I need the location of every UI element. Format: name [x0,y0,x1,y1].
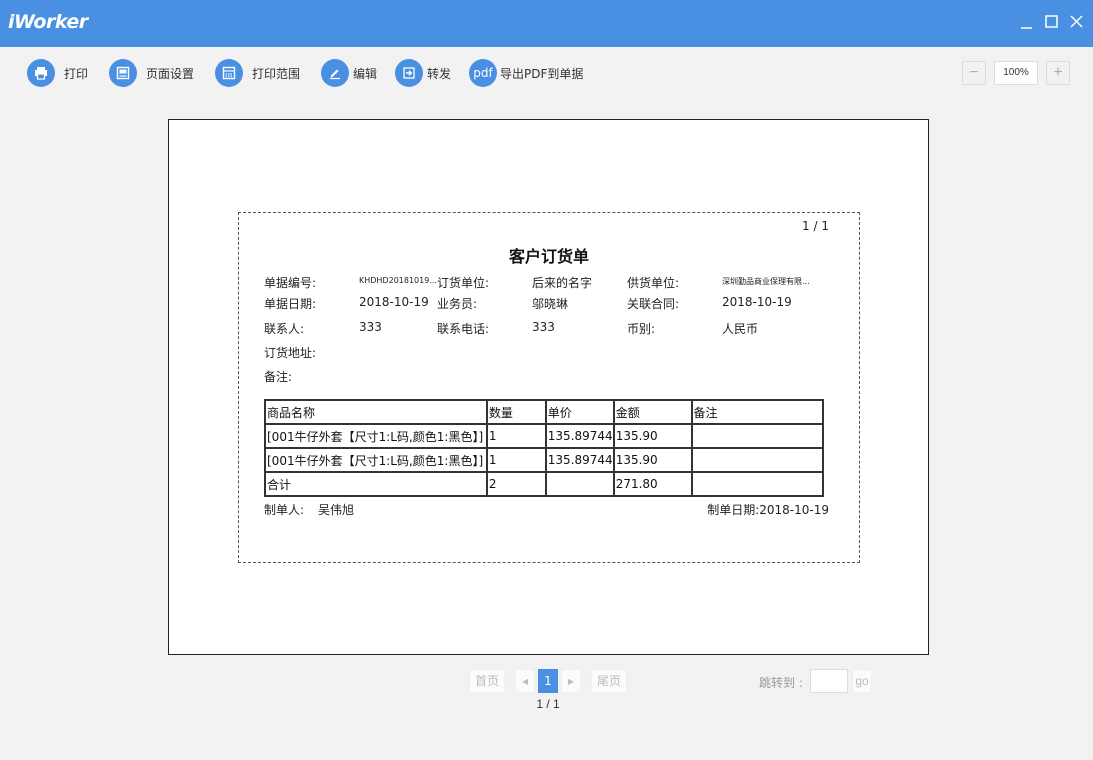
unit-price-cell: 135.89744 [544,447,615,473]
page-setup-icon [109,59,137,87]
currency-label: 币别: [627,322,656,336]
close-button[interactable] [1065,10,1089,34]
contact-label: 联系人: [264,322,305,336]
maximize-button[interactable] [1040,10,1064,34]
supplier-value: 深圳勤品商业保理有限... [722,277,810,286]
printer-icon [27,59,55,87]
salesman-label: 业务员: [437,297,478,311]
header-cell: 商品名称 [264,399,488,425]
print-area: 1 / 1 客户订货单 单据编号: KHDHD20181019... 订货单位:… [238,212,860,563]
print-label: 打印 [64,66,89,81]
zoom-in-button[interactable]: + [1046,61,1070,85]
next-page-button[interactable]: ▸ [561,669,581,693]
minimize-button[interactable] [1016,10,1040,34]
title-bar: iWorker [0,0,1093,47]
header-cell: 备注 [690,399,825,425]
maker-value: 吴伟旭 [318,503,355,517]
forward-label: 转发 [427,66,452,81]
page-setup-button[interactable]: 页面设置 [109,59,194,87]
header-cell: 单价 [544,399,615,425]
contract-label: 关联合同: [627,297,680,311]
amount-cell: 135.90 [612,447,693,473]
make-date-value: 2018-10-19 [759,503,829,517]
currency-value: 人民币 [722,322,759,336]
zoom-out-button[interactable]: − [962,61,986,85]
amount-cell: 135.90 [612,423,693,449]
page-counter: 1 / 1 [802,219,829,233]
print-range-button[interactable]: 打印范围 [215,59,300,87]
zoom-level[interactable]: 100% [994,61,1038,85]
table-header-row: 商品名称 数量 单价 金额 备注 [264,399,825,425]
total-label-cell: 合计 [264,471,488,497]
maker: 制单人: 吴伟旭 [264,501,354,518]
app-title: iWorker [8,11,88,33]
quantity-cell: 1 [485,447,547,473]
remark-label: 备注: [264,370,293,384]
jump-to-label: 跳转到 : [759,676,803,690]
quantity-cell: 1 [485,423,547,449]
table-row: [001牛仔外套【尺寸1:L码,颜色1:黑色】] 1 135.89744 135… [264,447,825,473]
maximize-icon [1045,15,1058,28]
order-unit-value: 后来的名字 [532,276,593,290]
header-cell: 数量 [485,399,547,425]
phone-label: 联系电话: [437,322,490,336]
total-price-cell [544,471,615,497]
prev-page-button[interactable]: ◂ [515,669,535,693]
order-unit-label: 订货单位: [437,276,490,290]
jump-page-input[interactable] [810,669,848,693]
make-date: 制单日期:2018-10-19 [707,501,829,518]
address-label: 订货地址: [264,346,317,360]
product-name-cell: [001牛仔外套【尺寸1:L码,颜色1:黑色】] [264,423,488,449]
maker-label: 制单人: [264,503,305,517]
unit-price-cell: 135.89744 [544,423,615,449]
total-amount-cell: 271.80 [612,471,693,497]
items-table: 商品名称 数量 单价 金额 备注 [001牛仔外套【尺寸1:L码,颜色1:黑色】… [264,399,825,497]
preview-page: 1 / 1 客户订货单 单据编号: KHDHD20181019... 订货单位:… [168,119,929,655]
remark-cell [690,423,825,449]
product-name-cell: [001牛仔外套【尺寸1:L码,颜色1:黑色】] [264,447,488,473]
table-total-row: 合计 2 271.80 [264,471,825,497]
supplier-label: 供货单位: [627,276,680,290]
make-date-label: 制单日期: [707,503,760,517]
pdf-icon: pdf [469,59,497,87]
print-range-icon [215,59,243,87]
total-remark-cell [690,471,825,497]
doc-date-value: 2018-10-19 [359,295,429,309]
page-setup-label: 页面设置 [146,66,195,81]
doc-no-label: 单据编号: [264,276,317,290]
first-page-button[interactable]: 首页 [469,669,505,693]
last-page-button[interactable]: 尾页 [591,669,627,693]
edit-pen-icon [321,59,349,87]
export-pdf-button[interactable]: pdf 导出PDF到单据 [469,59,583,87]
forward-icon [395,59,423,87]
toolbar: 打印 页面设置 打印范围 编辑 转发 pdf 导出PDF到单据 − 100% + [0,47,1093,99]
header-cell: 金额 [612,399,693,425]
page-number-button[interactable]: 1 [538,669,558,693]
forward-button[interactable]: 转发 [395,59,451,87]
total-quantity-cell: 2 [485,471,547,497]
edit-button[interactable]: 编辑 [321,59,377,87]
document-title: 客户订货单 [508,247,589,266]
remark-cell [690,447,825,473]
minimize-icon [1021,27,1032,29]
table-row: [001牛仔外套【尺寸1:L码,颜色1:黑色】] 1 135.89744 135… [264,423,825,449]
salesman-value: 邬晓琳 [532,297,569,311]
edit-label: 编辑 [353,66,378,81]
phone-value: 333 [532,320,555,334]
pager-info: 1 / 1 [536,697,560,711]
print-range-label: 打印范围 [252,66,301,81]
doc-date-label: 单据日期: [264,297,317,311]
go-button[interactable]: go [852,669,872,693]
contract-value: 2018-10-19 [722,295,792,309]
contact-value: 333 [359,320,382,334]
doc-no-value: KHDHD20181019... [359,276,437,285]
export-pdf-label: 导出PDF到单据 [500,66,584,81]
print-button[interactable]: 打印 [27,59,88,87]
close-icon [1070,15,1083,28]
